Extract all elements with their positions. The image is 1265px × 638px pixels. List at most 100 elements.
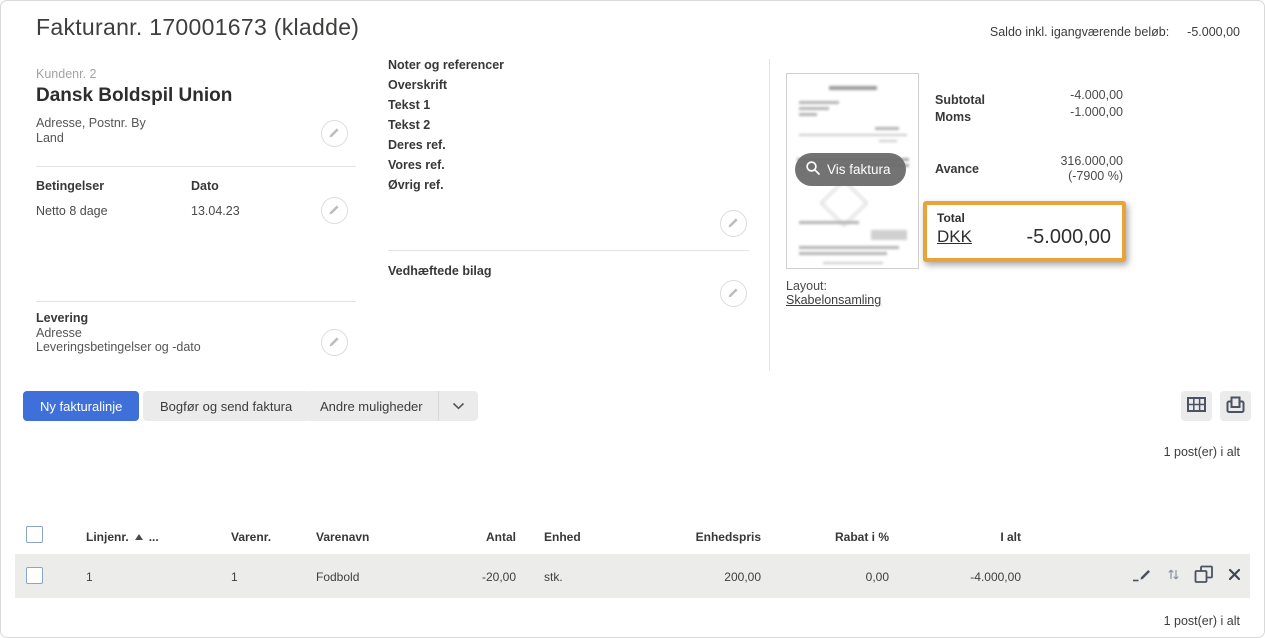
margin-value: 316.000,00 [1060, 154, 1123, 169]
saldo-label: Saldo inkl. igangværende beløb: [990, 25, 1169, 39]
row-checkbox[interactable] [26, 567, 43, 584]
records-count-top: 1 post(er) i alt [1164, 445, 1240, 459]
post-and-send-button[interactable]: Bogfør og send faktura [143, 391, 309, 421]
margin-label: Avance [935, 162, 979, 176]
grid-view-button[interactable] [1181, 391, 1212, 421]
delivery-title: Levering [36, 311, 201, 326]
other-options-label: Andre muligheder [305, 399, 438, 414]
attachments-title: Vedhæftede bilag [388, 264, 492, 278]
cell-ialt: -4.000,00 [901, 570, 1021, 584]
view-invoice-button[interactable]: Vis faktura [795, 153, 906, 186]
invoice-lines-header: Linjenr. ... Varenr. Varenavn Antal Enhe… [1, 521, 1264, 554]
cell-varenavn: Fodbold [316, 570, 359, 584]
cell-enhed: stk. [544, 570, 563, 584]
cell-linjenr: 1 [86, 570, 93, 584]
column-header-enhed[interactable]: Enhed [544, 530, 581, 544]
print-button[interactable] [1220, 391, 1251, 421]
divider [36, 166, 356, 167]
row-actions [1132, 554, 1241, 598]
column-header-enhedspris[interactable]: Enhedspris [641, 530, 761, 544]
table-grid-icon [1187, 397, 1206, 415]
currency-link[interactable]: DKK [937, 227, 972, 247]
pencil-icon [328, 335, 341, 351]
column-header-rabat[interactable]: Rabat i % [761, 530, 889, 544]
saldo-summary: Saldo inkl. igangværende beløb: -5.000,0… [990, 25, 1240, 39]
vat-label: Moms [935, 110, 971, 124]
note-field-deres-ref: Deres ref. [388, 138, 504, 152]
customer-country: Land [36, 131, 146, 146]
note-field-tekst1: Tekst 1 [388, 98, 504, 112]
pencil-icon [727, 216, 740, 232]
note-field-ovrig-ref: Øvrig ref. [388, 178, 504, 192]
other-options-button[interactable]: Andre muligheder [305, 391, 478, 421]
subtotal-value: -4.000,00 [1070, 88, 1123, 102]
layout-label: Layout: [786, 279, 827, 293]
notes-title: Noter og referencer [388, 58, 504, 72]
cell-antal: -20,00 [421, 570, 516, 584]
note-field-overskrift: Overskrift [388, 78, 504, 92]
subtotal-label: Subtotal [935, 93, 985, 107]
total-highlight-box: Total DKK -5.000,00 [923, 201, 1126, 262]
edit-customer-button[interactable] [321, 120, 348, 147]
watermark [820, 179, 868, 227]
divider [388, 250, 749, 251]
total-value: -5.000,00 [1026, 226, 1111, 249]
saldo-value: -5.000,00 [1187, 25, 1240, 39]
records-count-bottom: 1 post(er) i alt [1164, 614, 1240, 628]
note-field-tekst2: Tekst 2 [388, 118, 504, 132]
pencil-icon [328, 203, 341, 219]
delivery-address: Adresse [36, 326, 201, 341]
view-invoice-label: Vis faktura [827, 162, 891, 177]
close-icon [1228, 568, 1241, 584]
page-title: Fakturanr. 170001673 (kladde) [36, 14, 359, 41]
margin-value-block: 316.000,00 (-7900 %) [1060, 154, 1123, 184]
copy-line-button[interactable] [1194, 565, 1214, 587]
cell-varenr: 1 [231, 570, 238, 584]
column-header-ialt[interactable]: I alt [901, 530, 1021, 544]
reorder-line-button[interactable] [1167, 567, 1180, 585]
customer-number: Kundenr. 2 [36, 67, 96, 81]
edit-attachments-button[interactable] [720, 280, 747, 307]
column-more-label[interactable]: ... [149, 530, 159, 544]
up-down-arrows-icon [1167, 567, 1180, 585]
edit-terms-button[interactable] [321, 197, 348, 224]
customer-address: Adresse, Postnr. By Land [36, 116, 146, 145]
invoice-draft-page: Fakturanr. 170001673 (kladde) Saldo inkl… [0, 0, 1265, 638]
edit-notes-button[interactable] [720, 210, 747, 237]
date-value: 13.04.23 [191, 204, 240, 218]
customer-name: Dansk Boldspil Union [36, 85, 232, 107]
copy-icon [1194, 565, 1214, 587]
total-label: Total [937, 211, 965, 225]
chevron-down-icon [439, 402, 478, 410]
date-label: Dato [191, 179, 219, 193]
pencil-icon [727, 286, 740, 302]
print-icon [1226, 396, 1245, 417]
pencil-icon [328, 126, 341, 142]
column-header-varenr[interactable]: Varenr. [231, 530, 271, 544]
invoice-line-row[interactable]: 1 1 Fodbold -20,00 stk. 200,00 0,00 -4.0… [15, 554, 1250, 598]
edit-pencil-icon [1132, 567, 1153, 585]
sort-ascending-icon [135, 534, 143, 540]
vat-value: -1.000,00 [1070, 105, 1123, 119]
customer-address-line: Adresse, Postnr. By [36, 116, 146, 131]
layout-template-link[interactable]: Skabelonsamling [786, 293, 881, 307]
column-header-varenavn[interactable]: Varenavn [316, 530, 369, 544]
edit-line-button[interactable] [1132, 567, 1153, 585]
select-all-checkbox[interactable] [26, 526, 43, 543]
column-label: Linjenr. [86, 530, 129, 544]
margin-percent: (-7900 %) [1060, 169, 1123, 184]
column-header-antal[interactable]: Antal [421, 530, 516, 544]
delivery-section: Levering Adresse Leveringsbetingelser og… [36, 311, 201, 355]
terms-label: Betingelser [36, 179, 104, 193]
note-field-vores-ref: Vores ref. [388, 158, 504, 172]
delivery-conditions: Leveringsbetingelser og -dato [36, 340, 201, 355]
cell-rabat: 0,00 [761, 570, 889, 584]
terms-value: Netto 8 dage [36, 204, 108, 218]
divider [36, 301, 356, 302]
column-header-linjenr[interactable]: Linjenr. ... [86, 530, 159, 544]
delete-line-button[interactable] [1228, 568, 1241, 584]
edit-delivery-button[interactable] [321, 329, 348, 356]
notes-section: Noter og referencer Overskrift Tekst 1 T… [388, 58, 504, 192]
column-divider [769, 59, 770, 371]
new-invoice-line-button[interactable]: Ny fakturalinje [23, 391, 139, 421]
